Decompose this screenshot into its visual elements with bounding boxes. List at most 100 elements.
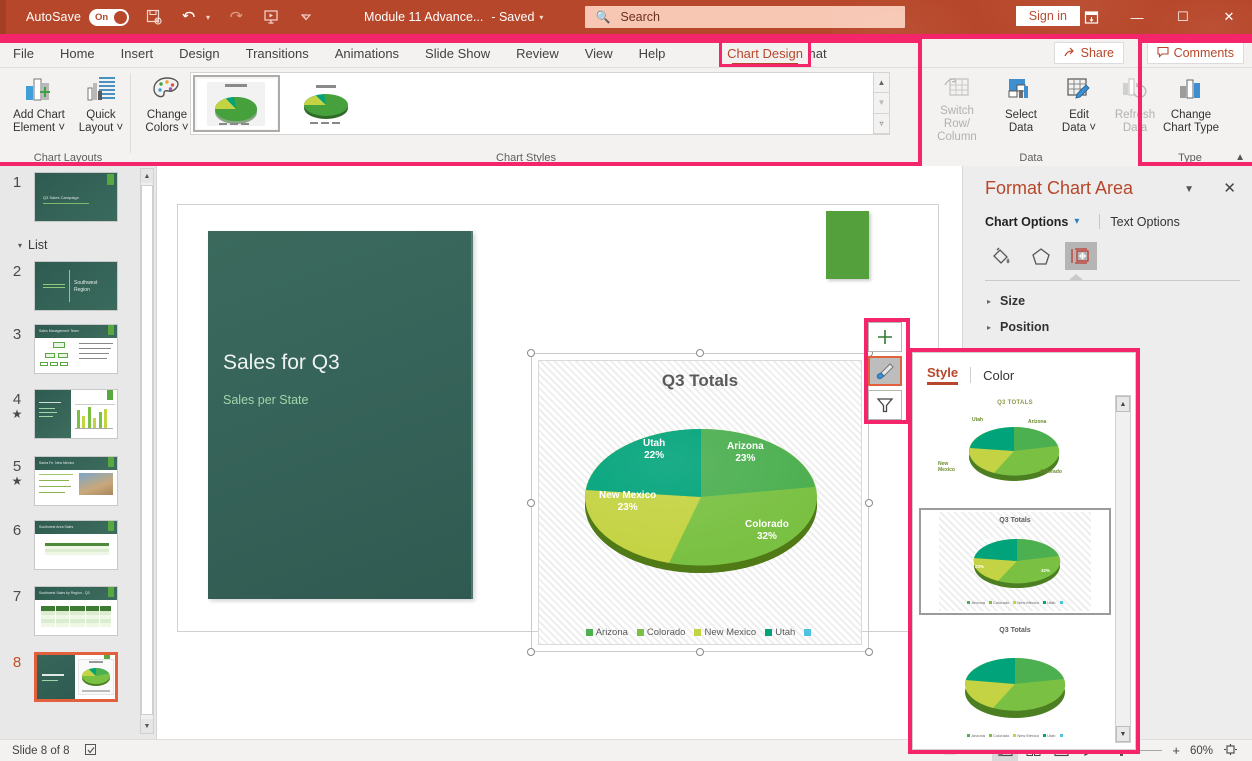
slide-thumbnail-2[interactable]: SouthwestRegion (34, 261, 118, 311)
slide-canvas[interactable]: Sales for Q3 Sales per State Q3 Totals (177, 204, 939, 632)
tab-file[interactable]: File (0, 42, 47, 65)
tab-style[interactable]: Style (927, 365, 958, 385)
slide-title-panel[interactable]: Sales for Q3 Sales per State (208, 231, 473, 599)
chart-quick-buttons[interactable] (868, 322, 904, 424)
start-presentation-icon[interactable] (260, 6, 282, 28)
document-title[interactable]: Module 11 Advance... (364, 10, 483, 24)
pane-section-size[interactable]: ▸ Size (987, 294, 1025, 308)
fit-slide-to-window-icon[interactable] (1223, 743, 1238, 759)
size-and-properties-icon[interactable] (1065, 242, 1097, 270)
list-item[interactable]: 3 Sales Management Team (0, 324, 140, 374)
chart-styles-brush-button[interactable] (868, 356, 902, 386)
scroll-up-icon[interactable]: ▲ (141, 169, 153, 183)
list-item[interactable]: 4 ★ (0, 389, 140, 439)
customize-quick-access-icon[interactable] (296, 6, 318, 28)
tab-view[interactable]: View (572, 42, 626, 65)
chart-style-card-3[interactable]: Q3 Totals Arizona Colorado New Mexico Ut… (919, 623, 1111, 743)
collapse-ribbon-icon[interactable]: ▲ (1235, 152, 1245, 163)
slide-green-accent-shape[interactable] (826, 211, 869, 279)
slide-thumbnail-1[interactable]: Q3 Sales Campaign (34, 172, 118, 222)
tab-review[interactable]: Review (503, 42, 572, 65)
slide-thumbnail-5[interactable]: Santa Fe, New Mexico (34, 456, 118, 506)
pie-chart-object[interactable]: Q3 Totals (538, 360, 862, 645)
tab-text-options[interactable]: Text Options (1110, 215, 1179, 229)
maximize-button[interactable]: ☐ (1160, 0, 1206, 34)
thumbnail-pane-scrollbar[interactable]: ▲ ▼ (140, 168, 154, 734)
tab-chart-options[interactable]: Chart Options (985, 215, 1068, 229)
resize-handle-e[interactable] (865, 499, 873, 507)
slide-thumbnail-6[interactable]: Southwest Area Sales (34, 520, 118, 570)
autosave-toggle[interactable]: On (89, 9, 129, 26)
change-chart-type-button[interactable]: Change Chart Type (1156, 72, 1226, 144)
chart-styles-flyout[interactable]: Style Color Q3 TOTALS Arizona (912, 352, 1136, 750)
chart-styles-gallery[interactable] (190, 72, 890, 135)
zoom-level-label[interactable]: 60% (1190, 745, 1213, 757)
resize-handle-se[interactable] (865, 648, 873, 656)
tab-transitions[interactable]: Transitions (233, 42, 322, 65)
quick-layout-button[interactable]: Quick Layout ˅ (70, 72, 132, 144)
undo-icon[interactable] (179, 6, 201, 28)
resize-handle-sw[interactable] (527, 648, 535, 656)
add-chart-element-button[interactable]: Add Chart Element ˅ (8, 72, 70, 144)
select-data-button[interactable]: Select Data (990, 72, 1052, 144)
gallery-more-icon[interactable]: ▿ (874, 114, 889, 134)
flyout-scrollbar[interactable]: ▲ ▼ (1115, 395, 1131, 743)
tab-design[interactable]: Design (166, 42, 232, 65)
slide-thumbnail-8[interactable] (34, 652, 118, 702)
gallery-scroll-up-icon[interactable]: ▲ (874, 73, 889, 93)
zoom-slider[interactable] (1090, 750, 1162, 751)
scrollbar-thumb[interactable] (141, 185, 153, 715)
search-input[interactable]: 🔍 Search (585, 6, 905, 28)
close-icon[interactable]: ✕ (1223, 179, 1236, 197)
chart-filters-funnel-button[interactable] (868, 390, 902, 420)
slide-thumbnail-pane[interactable]: 1 Q3 Sales Campaign ▾ List 2 (0, 166, 157, 739)
tab-insert[interactable]: Insert (108, 42, 167, 65)
change-colors-button[interactable]: Change Colors ˅ (136, 72, 198, 144)
minimize-button[interactable]: — (1114, 0, 1160, 34)
tab-animations[interactable]: Animations (322, 42, 412, 65)
slide-thumbnail-4[interactable] (34, 389, 118, 439)
save-icon[interactable] (143, 6, 165, 28)
tab-color[interactable]: Color (983, 368, 1014, 383)
zoom-in-button[interactable]: + (1172, 743, 1180, 758)
chart-styles-gallery-scrollbar[interactable]: ▲ ▼ ▿ (873, 72, 890, 135)
resize-handle-nw[interactable] (527, 349, 535, 357)
chart-style-thumb-1[interactable] (193, 75, 280, 132)
resize-handle-w[interactable] (527, 499, 535, 507)
chart-style-card-2[interactable]: Q3 Totals 23% 32% 23% 22% Arizona (919, 508, 1111, 615)
undo-dropdown-caret[interactable]: ▾ (206, 13, 210, 22)
tab-help[interactable]: Help (626, 42, 679, 65)
edit-data-button[interactable]: Edit Data ˅ (1048, 72, 1110, 144)
list-item[interactable]: 7 Southwest Sales by Region - Q3 (0, 586, 140, 636)
close-button[interactable]: ✕ (1206, 0, 1252, 34)
gallery-scroll-down-icon[interactable]: ▼ (874, 93, 889, 113)
resize-handle-s[interactable] (696, 648, 704, 656)
scroll-up-icon[interactable]: ▲ (1116, 396, 1130, 412)
list-item[interactable]: 1 Q3 Sales Campaign (0, 172, 140, 222)
ribbon-display-options-icon[interactable] (1068, 0, 1114, 34)
tab-home[interactable]: Home (47, 42, 108, 65)
chart-elements-plus-button[interactable] (868, 322, 902, 352)
resize-handle-n[interactable] (696, 349, 704, 357)
pane-section-position[interactable]: ▸ Position (987, 320, 1049, 334)
fill-bucket-icon[interactable] (985, 242, 1017, 270)
share-button[interactable]: Share (1054, 42, 1124, 64)
chart-style-thumb-2[interactable] (282, 75, 369, 132)
chart-options-caret-icon[interactable]: ▾ (1074, 216, 1079, 227)
comments-button[interactable]: Comments (1147, 42, 1244, 64)
list-item[interactable]: 5 ★ Santa Fe, New Mexico (0, 456, 140, 506)
effects-pentagon-icon[interactable] (1025, 242, 1057, 270)
scroll-down-icon[interactable]: ▼ (1116, 726, 1130, 742)
accessibility-icon[interactable] (84, 743, 97, 759)
tab-slide-show[interactable]: Slide Show (412, 42, 503, 65)
section-header-list[interactable]: ▾ List (18, 238, 47, 252)
document-menu-caret[interactable]: ▾ (539, 13, 543, 22)
slide-thumbnail-7[interactable]: Southwest Sales by Region - Q3 (34, 586, 118, 636)
chart-style-card-1[interactable]: Q3 TOTALS Arizona Colorado NewMexico Uta… (919, 393, 1111, 500)
flyout-style-list[interactable]: Q3 TOTALS Arizona Colorado NewMexico Uta… (919, 393, 1117, 743)
list-item[interactable]: 2 SouthwestRegion (0, 261, 140, 311)
chevron-down-icon[interactable]: ▼ (1184, 184, 1194, 195)
list-item[interactable]: 6 Southwest Area Sales (0, 520, 140, 570)
tab-chart-design[interactable]: Chart Design (722, 42, 808, 64)
slide-thumbnail-3[interactable]: Sales Management Team (34, 324, 118, 374)
